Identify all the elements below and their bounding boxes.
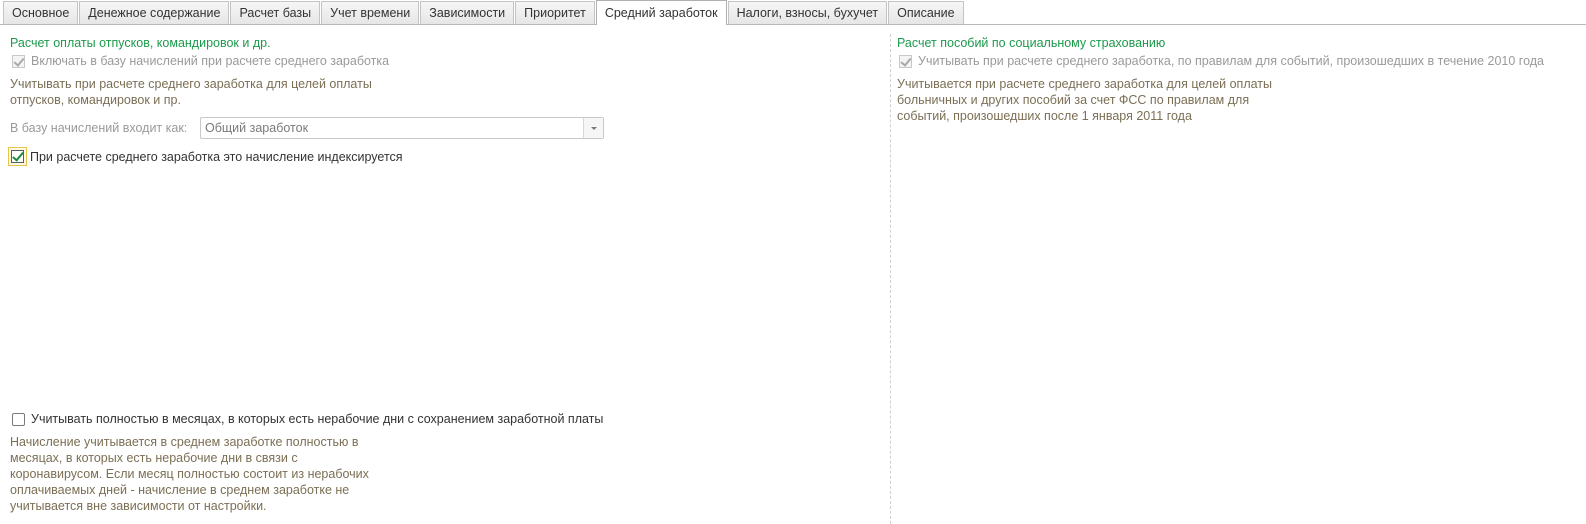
rules-2010-row: Учитывать при расчете среднего заработка… — [899, 54, 1544, 68]
base-type-select[interactable]: Общий заработок — [200, 117, 604, 139]
tab-osnovnoe[interactable]: Основное — [3, 1, 79, 24]
hint-line: месяцах, в которых есть нерабочие дни в … — [10, 451, 298, 465]
indexed-checkbox-focus — [8, 147, 27, 166]
hint-line: оплачиваемых дней - начисление в среднем… — [10, 483, 350, 497]
base-type-value: Общий заработок — [205, 121, 309, 135]
full-months-label: Учитывать полностью в месяцах, в которых… — [31, 412, 604, 426]
include-in-base-checkbox[interactable] — [12, 54, 25, 68]
hint-line: Начисление учитывается в среднем заработ… — [10, 435, 359, 449]
tab-raschet-bazy[interactable]: Расчет базы — [230, 1, 321, 24]
tab-denezhnoe-soderzhanie[interactable]: Денежное содержание — [79, 1, 230, 24]
indexed-row: При расчете среднего заработка это начис… — [8, 147, 403, 166]
include-in-base-label: Включать в базу начислений при расчете с… — [31, 54, 390, 68]
tab-uchet-vremeni[interactable]: Учет времени — [321, 1, 420, 24]
indexed-label: При расчете среднего заработка это начис… — [30, 149, 403, 164]
vacation-section-title: Расчет оплаты отпусков, командировок и д… — [10, 36, 271, 50]
rules-2010-checkbox[interactable] — [899, 54, 912, 68]
full-months-hint: Начисление учитывается в среднем заработ… — [10, 434, 369, 514]
tab-bar: Основное Денежное содержание Расчет базы… — [0, 0, 1586, 25]
tab-zavisimosti[interactable]: Зависимости — [420, 1, 515, 24]
tab-prioritet[interactable]: Приоритет — [515, 1, 595, 24]
base-type-label: В базу начислений входит как: — [10, 121, 188, 135]
include-in-base-row: Включать в базу начислений при расчете с… — [12, 54, 389, 68]
include-in-base-hint: Учитывать при расчете среднего заработка… — [10, 76, 372, 108]
hint-line: коронавирусом. Если месяц полностью сост… — [10, 467, 369, 481]
rules-2010-label: Учитывать при расчете среднего заработка… — [918, 54, 1544, 68]
full-months-checkbox[interactable] — [12, 412, 25, 426]
hint-line: отпусков, командировок и пр. — [10, 93, 181, 107]
tab-nalogi-vznosy-buhuchet[interactable]: Налоги, взносы, бухучет — [727, 1, 888, 24]
social-insurance-hint: Учитывается при расчете среднего заработ… — [897, 76, 1272, 124]
hint-line: Учитывается при расчете среднего заработ… — [897, 77, 1272, 91]
hint-line: больничных и других пособий за счет ФСС … — [897, 93, 1250, 107]
hint-line: Учитывать при расчете среднего заработка… — [10, 77, 372, 91]
hint-line: событий, произошедших после 1 января 201… — [897, 109, 1192, 123]
full-months-row: Учитывать полностью в месяцах, в которых… — [12, 412, 603, 426]
tab-sredniy-zarabotok[interactable]: Средний заработок — [595, 0, 727, 25]
indexed-checkbox[interactable] — [11, 150, 24, 163]
column-divider — [890, 34, 891, 524]
tab-opisanie[interactable]: Описание — [888, 1, 964, 24]
chevron-down-icon[interactable] — [583, 118, 603, 138]
social-insurance-section-title: Расчет пособий по социальному страховани… — [897, 36, 1166, 50]
hint-line: учитывается вне зависимости от настройки… — [10, 499, 267, 513]
